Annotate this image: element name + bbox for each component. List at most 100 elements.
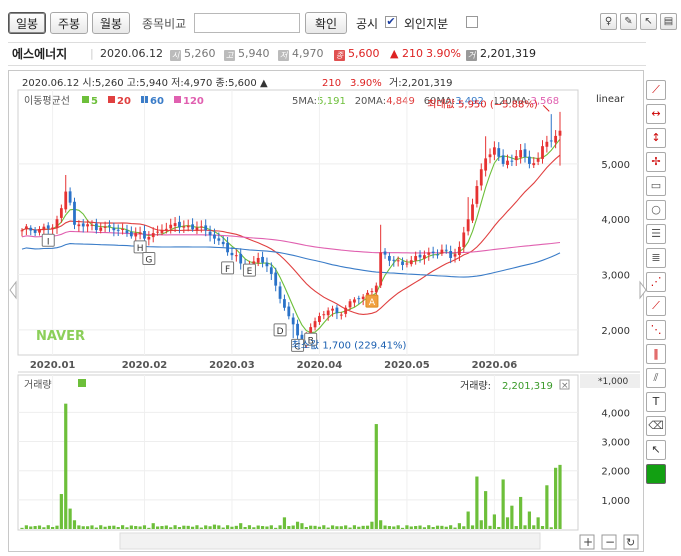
scroll-left-arrow[interactable] <box>9 280 17 300</box>
candle <box>523 143 527 163</box>
volume-bar <box>99 525 103 529</box>
candle <box>335 304 339 320</box>
pointer-tool-icon[interactable]: ↖ <box>646 440 666 460</box>
max-value-label: 최대값 5,950 (−5.88%) <box>427 98 538 110</box>
candle <box>46 222 50 235</box>
scale-label[interactable]: linear <box>596 94 625 105</box>
retracement-tool-icon[interactable]: ≣ <box>646 248 666 268</box>
candle-body <box>357 298 361 300</box>
volume-bar <box>217 525 221 529</box>
candle-body <box>344 307 348 314</box>
candle-body <box>479 169 483 186</box>
candle-body <box>348 301 352 308</box>
y-tick-label: 2,000 <box>601 326 630 337</box>
ma-value-label: 20MA: <box>355 96 386 107</box>
candle <box>318 312 321 325</box>
candle-body <box>164 228 168 230</box>
volume-bar <box>344 525 348 529</box>
volume-bar <box>387 526 392 529</box>
volume-bar <box>545 485 549 529</box>
volume-bar <box>549 527 553 529</box>
eraser-tool-icon[interactable]: ⌫ <box>646 416 666 436</box>
candle <box>208 225 212 242</box>
volume-bar <box>453 527 457 529</box>
volume-bar <box>112 525 116 529</box>
candle-body <box>501 155 505 164</box>
channel-tool-icon[interactable]: ⋱ <box>646 320 666 340</box>
volume-bar <box>492 514 496 529</box>
volume-bar <box>247 525 252 529</box>
trendline-tool-icon[interactable]: ⟋ <box>646 80 666 100</box>
close-icon[interactable]: × <box>561 381 569 391</box>
volume-bar <box>230 526 234 529</box>
cycle-tool-icon[interactable]: ‖ <box>646 344 666 364</box>
candle-body <box>151 233 155 238</box>
candle-body <box>322 314 326 316</box>
candle <box>204 219 208 237</box>
x-tick-label: 2020.01 <box>30 360 76 371</box>
candle-body <box>77 224 81 227</box>
candle <box>287 302 291 320</box>
volume-bar <box>462 526 466 529</box>
candle-body <box>370 291 374 293</box>
candle-body <box>274 272 278 286</box>
candle-body <box>269 267 273 274</box>
candle-body <box>484 158 488 171</box>
rectangle-tool-icon[interactable]: ▭ <box>646 176 666 196</box>
time-scrollbar[interactable] <box>119 532 541 550</box>
volume-bar <box>475 476 479 529</box>
volume-bar <box>182 525 186 529</box>
candle <box>182 220 186 233</box>
candle <box>409 255 413 267</box>
volume-bar <box>225 525 230 529</box>
candle-body <box>199 226 203 228</box>
candle-body <box>234 255 238 257</box>
marker-label: H <box>137 244 144 254</box>
stock-chart[interactable]: 2020.06.12 시:5,260 고:5,940 저:4,970 종:5,6… <box>0 0 681 556</box>
candle-body <box>182 226 186 228</box>
candle-body <box>213 234 216 239</box>
volume-bar <box>282 517 287 529</box>
volume-bar <box>427 525 431 529</box>
candle-body <box>169 224 173 229</box>
volume-bar <box>103 526 107 529</box>
candle <box>226 236 229 256</box>
ma-value-label: 5MA: <box>292 96 317 107</box>
horizontal-line-tool-icon[interactable]: ↔ <box>646 104 666 124</box>
fan-tool-icon[interactable]: ⋰ <box>646 272 666 292</box>
volume-bar <box>138 526 142 529</box>
volume-bar <box>291 525 295 529</box>
plus-icon: + <box>583 535 593 549</box>
candle <box>449 245 453 264</box>
x-tick-label: 2020.05 <box>384 360 430 371</box>
volume-bar <box>59 494 63 529</box>
parallel-tool-icon[interactable]: ⫽ <box>646 368 666 388</box>
volume-bar <box>335 526 339 529</box>
candle-body <box>103 226 107 228</box>
candle <box>558 111 562 166</box>
arc-tool-icon[interactable]: ⟋ <box>646 296 666 316</box>
candle <box>283 294 286 311</box>
circle-tool-icon[interactable]: ○ <box>646 200 666 220</box>
y-tick-label: 3,000 <box>601 271 630 282</box>
fibonacci-tool-icon[interactable]: ☰ <box>646 224 666 244</box>
volume-bar <box>479 520 483 529</box>
color-picker-icon[interactable] <box>646 464 666 484</box>
text-tool-icon[interactable]: T <box>646 392 666 412</box>
vertical-line-tool-icon[interactable]: ↕ <box>646 128 666 148</box>
candle <box>151 227 155 243</box>
volume-bar <box>86 526 90 529</box>
candle-body <box>261 256 264 263</box>
ma-legend-swatch <box>108 96 115 103</box>
volume-bar <box>164 525 168 529</box>
candle <box>479 163 483 191</box>
candle-body <box>186 225 190 228</box>
candle-body <box>519 150 523 158</box>
price-y-axis: 2,000 3,000 4,000 5,000 <box>601 160 630 337</box>
candle-body <box>401 261 404 266</box>
volume-bar <box>361 525 365 529</box>
candle-body <box>374 285 378 293</box>
candle-body <box>514 156 518 161</box>
crosshair-tool-icon[interactable]: ✢ <box>646 152 666 172</box>
candle <box>112 222 116 237</box>
